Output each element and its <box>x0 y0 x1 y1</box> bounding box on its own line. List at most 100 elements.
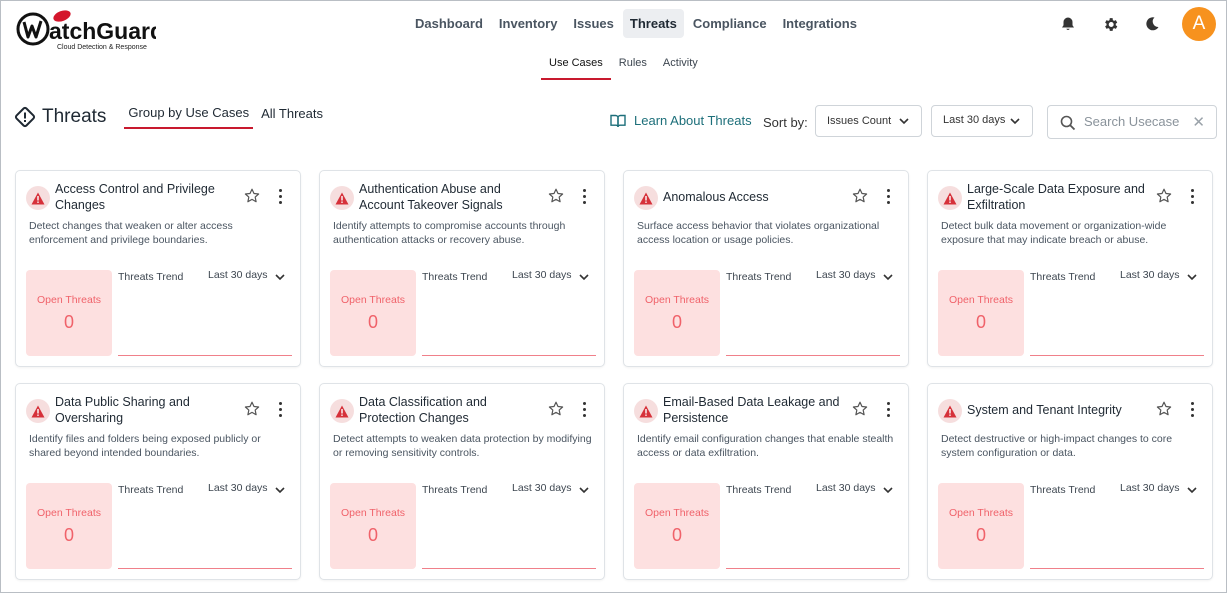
card-description: Detect bulk data movement or organizatio… <box>941 220 1167 246</box>
trend-range-select[interactable]: Last 30 days <box>816 269 876 281</box>
nav-dashboard[interactable]: Dashboard <box>408 9 490 38</box>
chevron-down-icon[interactable] <box>1186 271 1198 283</box>
card-description: Identify attempts to compromise accounts… <box>333 220 566 246</box>
search-box: ✕ <box>1047 105 1217 139</box>
chevron-down-icon[interactable] <box>882 484 894 496</box>
card-title: Authentication Abuse and Account Takeove… <box>359 182 503 212</box>
star-icon[interactable] <box>548 188 564 204</box>
nav-threats[interactable]: Threats <box>622 9 684 38</box>
subnav-activity[interactable]: Activity <box>655 54 706 80</box>
threat-diamond-icon <box>14 106 36 128</box>
use-case-card[interactable]: Large-Scale Data Exposure and Exfiltrati… <box>927 170 1213 367</box>
alert-triangle-icon <box>938 399 962 423</box>
trend-range-select[interactable]: Last 30 days <box>208 482 268 494</box>
chevron-down-icon[interactable] <box>274 271 286 283</box>
star-icon[interactable] <box>244 401 260 417</box>
threats-trend-label: Threats Trend <box>422 271 488 283</box>
more-options-icon[interactable] <box>578 401 590 417</box>
card-title: Access Control and Privilege Changes <box>55 182 215 212</box>
star-icon[interactable] <box>1156 188 1172 204</box>
open-threats-label: Open Threats <box>644 507 709 519</box>
star-icon[interactable] <box>244 188 260 204</box>
card-title: Data Classification and Protection Chang… <box>359 395 487 425</box>
star-icon[interactable] <box>852 401 868 417</box>
nav-integrations[interactable]: Integrations <box>776 9 864 38</box>
range-select[interactable]: Last 30 days <box>931 105 1033 137</box>
card-description: Detect destructive or high-impact change… <box>941 433 1173 459</box>
nav-inventory[interactable]: Inventory <box>492 9 565 38</box>
trend-range-select[interactable]: Last 30 days <box>208 269 268 281</box>
card-description: Identify email configuration changes tha… <box>637 433 894 459</box>
gear-icon[interactable] <box>1098 12 1122 36</box>
page-title: Threats <box>42 106 107 127</box>
more-options-icon[interactable] <box>1186 401 1198 417</box>
more-options-icon[interactable] <box>578 188 590 204</box>
more-options-icon[interactable] <box>274 188 286 204</box>
bell-icon[interactable] <box>1056 12 1080 36</box>
open-threats-count: 0 <box>671 312 682 332</box>
trend-range-select[interactable]: Last 30 days <box>512 482 572 494</box>
open-threats-count: 0 <box>367 525 378 545</box>
card-title: Data Public Sharing and Oversharing <box>55 395 190 425</box>
alert-triangle-icon <box>26 186 50 210</box>
subnav-use-cases[interactable]: Use Cases <box>541 54 611 80</box>
brand-logo[interactable]: atchGuard Cloud Detection & Response <box>16 10 164 54</box>
open-threats-label: Open Threats <box>948 294 1013 306</box>
nav-compliance[interactable]: Compliance <box>686 9 774 38</box>
alert-triangle-icon <box>26 399 50 423</box>
chevron-down-icon[interactable] <box>578 271 590 283</box>
user-avatar[interactable]: A <box>1182 7 1216 41</box>
search-input[interactable] <box>1084 114 1194 129</box>
star-icon[interactable] <box>548 401 564 417</box>
chevron-down-icon[interactable] <box>578 484 590 496</box>
open-threats-count: 0 <box>671 525 682 545</box>
use-case-card[interactable]: Email-Based Data Leakage and Persistence… <box>623 383 909 580</box>
alert-triangle-icon <box>938 186 962 210</box>
use-case-card[interactable]: Authentication Abuse and Account Takeove… <box>319 170 605 367</box>
chevron-down-icon[interactable] <box>274 484 286 496</box>
star-icon[interactable] <box>1156 401 1172 417</box>
open-threats-count: 0 <box>975 525 986 545</box>
trend-line <box>1030 355 1204 356</box>
use-case-card[interactable]: Data Classification and Protection Chang… <box>319 383 605 580</box>
sort-select-value: Issues Count <box>827 115 892 127</box>
more-options-icon[interactable] <box>274 401 286 417</box>
open-threats-box: Open Threats 0 <box>938 483 1024 569</box>
top-bar: atchGuard Cloud Detection & Response Das… <box>1 1 1226 80</box>
search-icon <box>1060 115 1076 131</box>
tab-group-by-use-cases[interactable]: Group by Use Cases <box>124 105 254 129</box>
page-header: Threats Group by Use Cases All Threats <box>14 105 331 129</box>
range-select-value: Last 30 days <box>943 114 1006 126</box>
chevron-down-icon[interactable] <box>882 271 894 283</box>
sort-select[interactable]: Issues Count <box>815 105 922 137</box>
use-case-card[interactable]: Anomalous Access Surface access behavior… <box>623 170 909 367</box>
clear-search-icon[interactable]: ✕ <box>1192 113 1205 131</box>
use-case-card[interactable]: Access Control and Privilege Changes Det… <box>15 170 301 367</box>
open-threats-label: Open Threats <box>340 294 405 306</box>
star-icon[interactable] <box>852 188 868 204</box>
trend-range-select[interactable]: Last 30 days <box>1120 482 1180 494</box>
use-case-card[interactable]: System and Tenant Integrity Detect destr… <box>927 383 1213 580</box>
trend-line <box>118 568 292 569</box>
trend-line <box>422 568 596 569</box>
learn-about-threats-link[interactable]: Learn About Threats <box>610 113 752 128</box>
subnav-rules[interactable]: Rules <box>611 54 655 80</box>
trend-range-select[interactable]: Last 30 days <box>512 269 572 281</box>
tab-all-threats[interactable]: All Threats <box>257 106 327 128</box>
chevron-down-icon[interactable] <box>1186 484 1198 496</box>
more-options-icon[interactable] <box>882 401 894 417</box>
sort-by-label: Sort by: <box>763 115 808 130</box>
threats-trend-label: Threats Trend <box>726 271 792 283</box>
trend-range-select[interactable]: Last 30 days <box>816 482 876 494</box>
more-options-icon[interactable] <box>882 188 894 204</box>
alert-triangle-icon <box>634 186 658 210</box>
moon-icon[interactable] <box>1140 12 1164 36</box>
more-options-icon[interactable] <box>1186 188 1198 204</box>
card-title: Anomalous Access <box>663 190 769 204</box>
trend-range-select[interactable]: Last 30 days <box>1120 269 1180 281</box>
open-threats-count: 0 <box>975 312 986 332</box>
open-threats-label: Open Threats <box>36 294 101 306</box>
nav-issues[interactable]: Issues <box>566 9 620 38</box>
use-case-card[interactable]: Data Public Sharing and Oversharing Iden… <box>15 383 301 580</box>
top-actions: A <box>1056 7 1216 41</box>
